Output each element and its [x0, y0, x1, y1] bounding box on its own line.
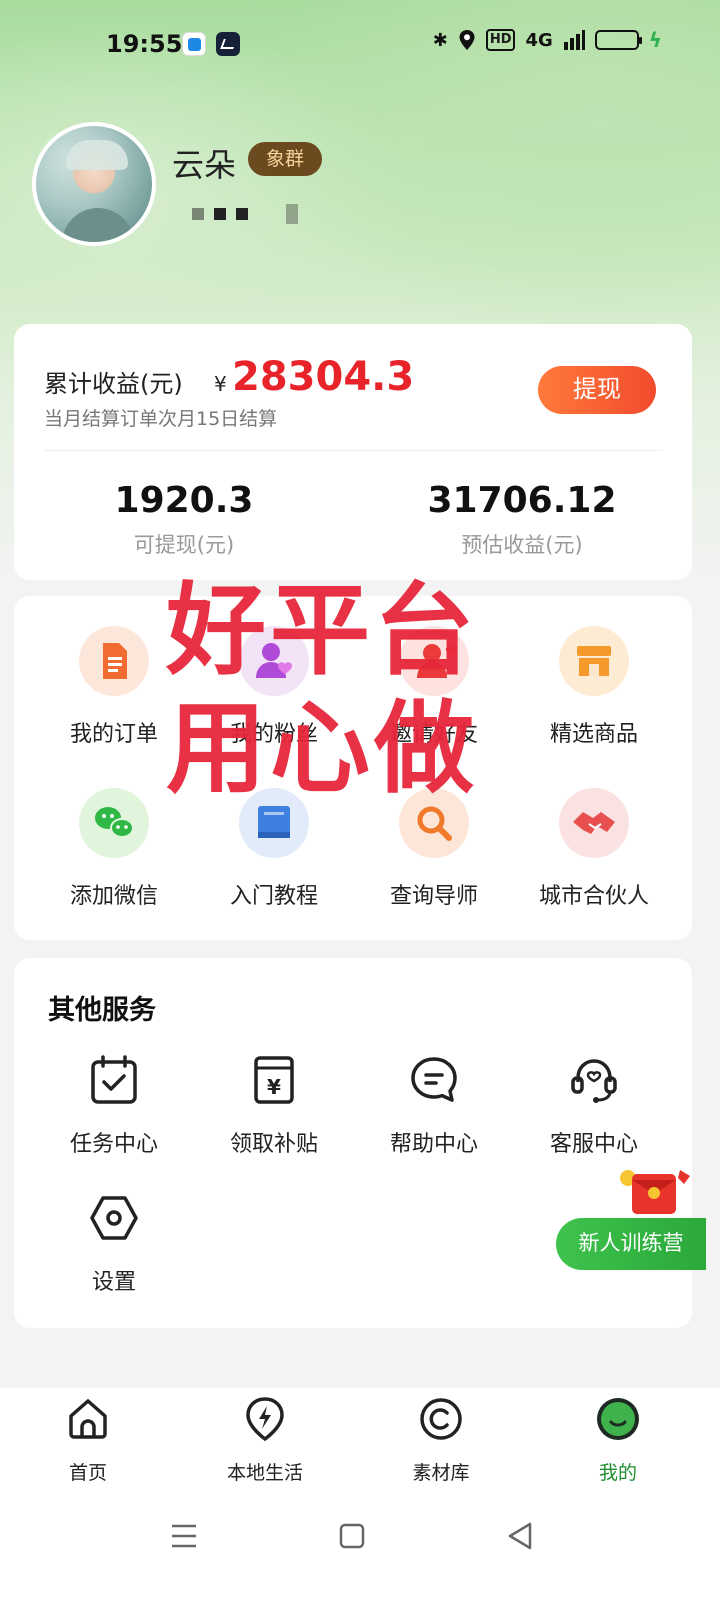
feature-label: 添加微信 [69, 884, 158, 909]
battery-icon [594, 30, 642, 50]
notification-clock-icon [216, 32, 240, 56]
slogan-line-1: 好平台 [166, 572, 478, 689]
material-icon [420, 1398, 462, 1440]
home-icon [69, 1399, 107, 1439]
other-services-title: 其他服务 [48, 995, 156, 1026]
menu-icon[interactable] [164, 1516, 204, 1556]
service-label: 设置 [91, 1270, 136, 1295]
signal-icon [563, 30, 585, 50]
me-avatar-icon [597, 1398, 639, 1440]
estimated-label: 预估收益(元) [461, 533, 583, 557]
help-chat-icon [411, 1057, 457, 1102]
wechat-icon [95, 807, 134, 838]
slogan-overlay: 好平台 用心做 [166, 572, 496, 808]
nav-label: 素材库 [412, 1462, 470, 1484]
bluetooth-icon: ✱ [432, 29, 448, 51]
feature-label: 精选商品 [549, 722, 638, 747]
back-icon[interactable] [500, 1516, 540, 1556]
notification-app-icon [182, 32, 206, 56]
earnings-card: 累计收益(元) ¥ 28304.3 当月结算订单次月15日结算 提现 1920.… [14, 324, 692, 580]
nav-local-life[interactable]: 本地生活 [195, 1396, 335, 1485]
currency-symbol: ¥ [214, 372, 227, 396]
service-customer-service[interactable]: 客服中心 [514, 1054, 674, 1158]
service-settings[interactable]: 设置 [34, 1192, 194, 1296]
service-label: 领取补贴 [229, 1132, 318, 1157]
status-bar: 19:55 ✱ HD 4G ϟ [0, 0, 720, 90]
nav-label: 我的 [598, 1462, 637, 1484]
task-calendar-icon [91, 1055, 137, 1104]
nav-label: 本地生活 [226, 1462, 303, 1484]
nav-home[interactable]: 首页 [18, 1396, 158, 1485]
hd-badge: HD [485, 29, 516, 51]
bottom-nav: 首页 本地生活 素材库 我的 [0, 1388, 720, 1488]
nav-label: 首页 [68, 1462, 107, 1484]
avatar[interactable] [32, 122, 156, 246]
earnings-total: 28304.3 [232, 354, 415, 400]
customer-service-icon [571, 1059, 617, 1103]
feature-city-partner[interactable]: 城市合伙人 [514, 788, 674, 910]
nav-material-library[interactable]: 素材库 [371, 1396, 511, 1485]
status-indicators: ✱ HD 4G ϟ [433, 28, 662, 52]
status-time: 19:55 [106, 30, 183, 58]
feature-selected-goods[interactable]: 精选商品 [514, 626, 674, 748]
home-square-icon[interactable] [332, 1516, 372, 1556]
service-label: 任务中心 [69, 1132, 158, 1157]
local-life-bolt-icon [246, 1397, 284, 1442]
level-badge[interactable]: 象群 [248, 142, 322, 176]
withdrawable-label: 可提现(元) [133, 533, 235, 557]
order-doc-icon [103, 643, 127, 679]
settlement-note: 当月结算订单次月15日结算 [44, 408, 278, 430]
location-icon [459, 30, 475, 50]
estimated-stat[interactable]: 31706.12 预估收益(元) [362, 480, 682, 559]
system-nav-bar [0, 1488, 720, 1600]
service-help-center[interactable]: 帮助中心 [354, 1054, 514, 1158]
feature-label: 城市合伙人 [538, 884, 649, 909]
other-services-card: 其他服务 任务中心 ¥ 领取补贴 帮助中心 客服中心 设置 [14, 958, 692, 1328]
earnings-title: 累计收益(元) [44, 370, 183, 398]
svg-text:¥: ¥ [267, 1075, 281, 1099]
masked-user-id [192, 204, 298, 224]
network-label: 4G [525, 29, 553, 51]
withdrawable-stat[interactable]: 1920.3 可提现(元) [24, 480, 344, 559]
service-subsidy[interactable]: ¥ 领取补贴 [194, 1054, 354, 1158]
service-label: 帮助中心 [389, 1132, 478, 1157]
nav-me[interactable]: 我的 [548, 1396, 688, 1485]
settings-hex-icon [90, 1196, 138, 1240]
charging-icon: ϟ [648, 28, 662, 52]
withdraw-button[interactable]: 提现 [538, 366, 656, 414]
service-label: 客服中心 [549, 1132, 638, 1157]
newbie-camp-button[interactable]: 新人训练营 [556, 1218, 706, 1270]
estimated-value: 31706.12 [427, 480, 617, 521]
withdrawable-value: 1920.3 [114, 480, 254, 521]
username: 云朵 [172, 146, 237, 184]
feature-label: 入门教程 [229, 884, 318, 909]
slogan-line-2: 用心做 [166, 690, 478, 807]
handshake-icon [573, 812, 615, 834]
service-task-center[interactable]: 任务中心 [34, 1054, 194, 1158]
newbie-camp-promo[interactable]: 新人训练营 [556, 1166, 706, 1270]
red-envelope-icon [620, 1170, 690, 1214]
subsidy-yen-icon: ¥ [254, 1056, 294, 1104]
divider [44, 450, 662, 451]
feature-label: 查询导师 [389, 884, 478, 909]
store-icon [577, 646, 611, 676]
